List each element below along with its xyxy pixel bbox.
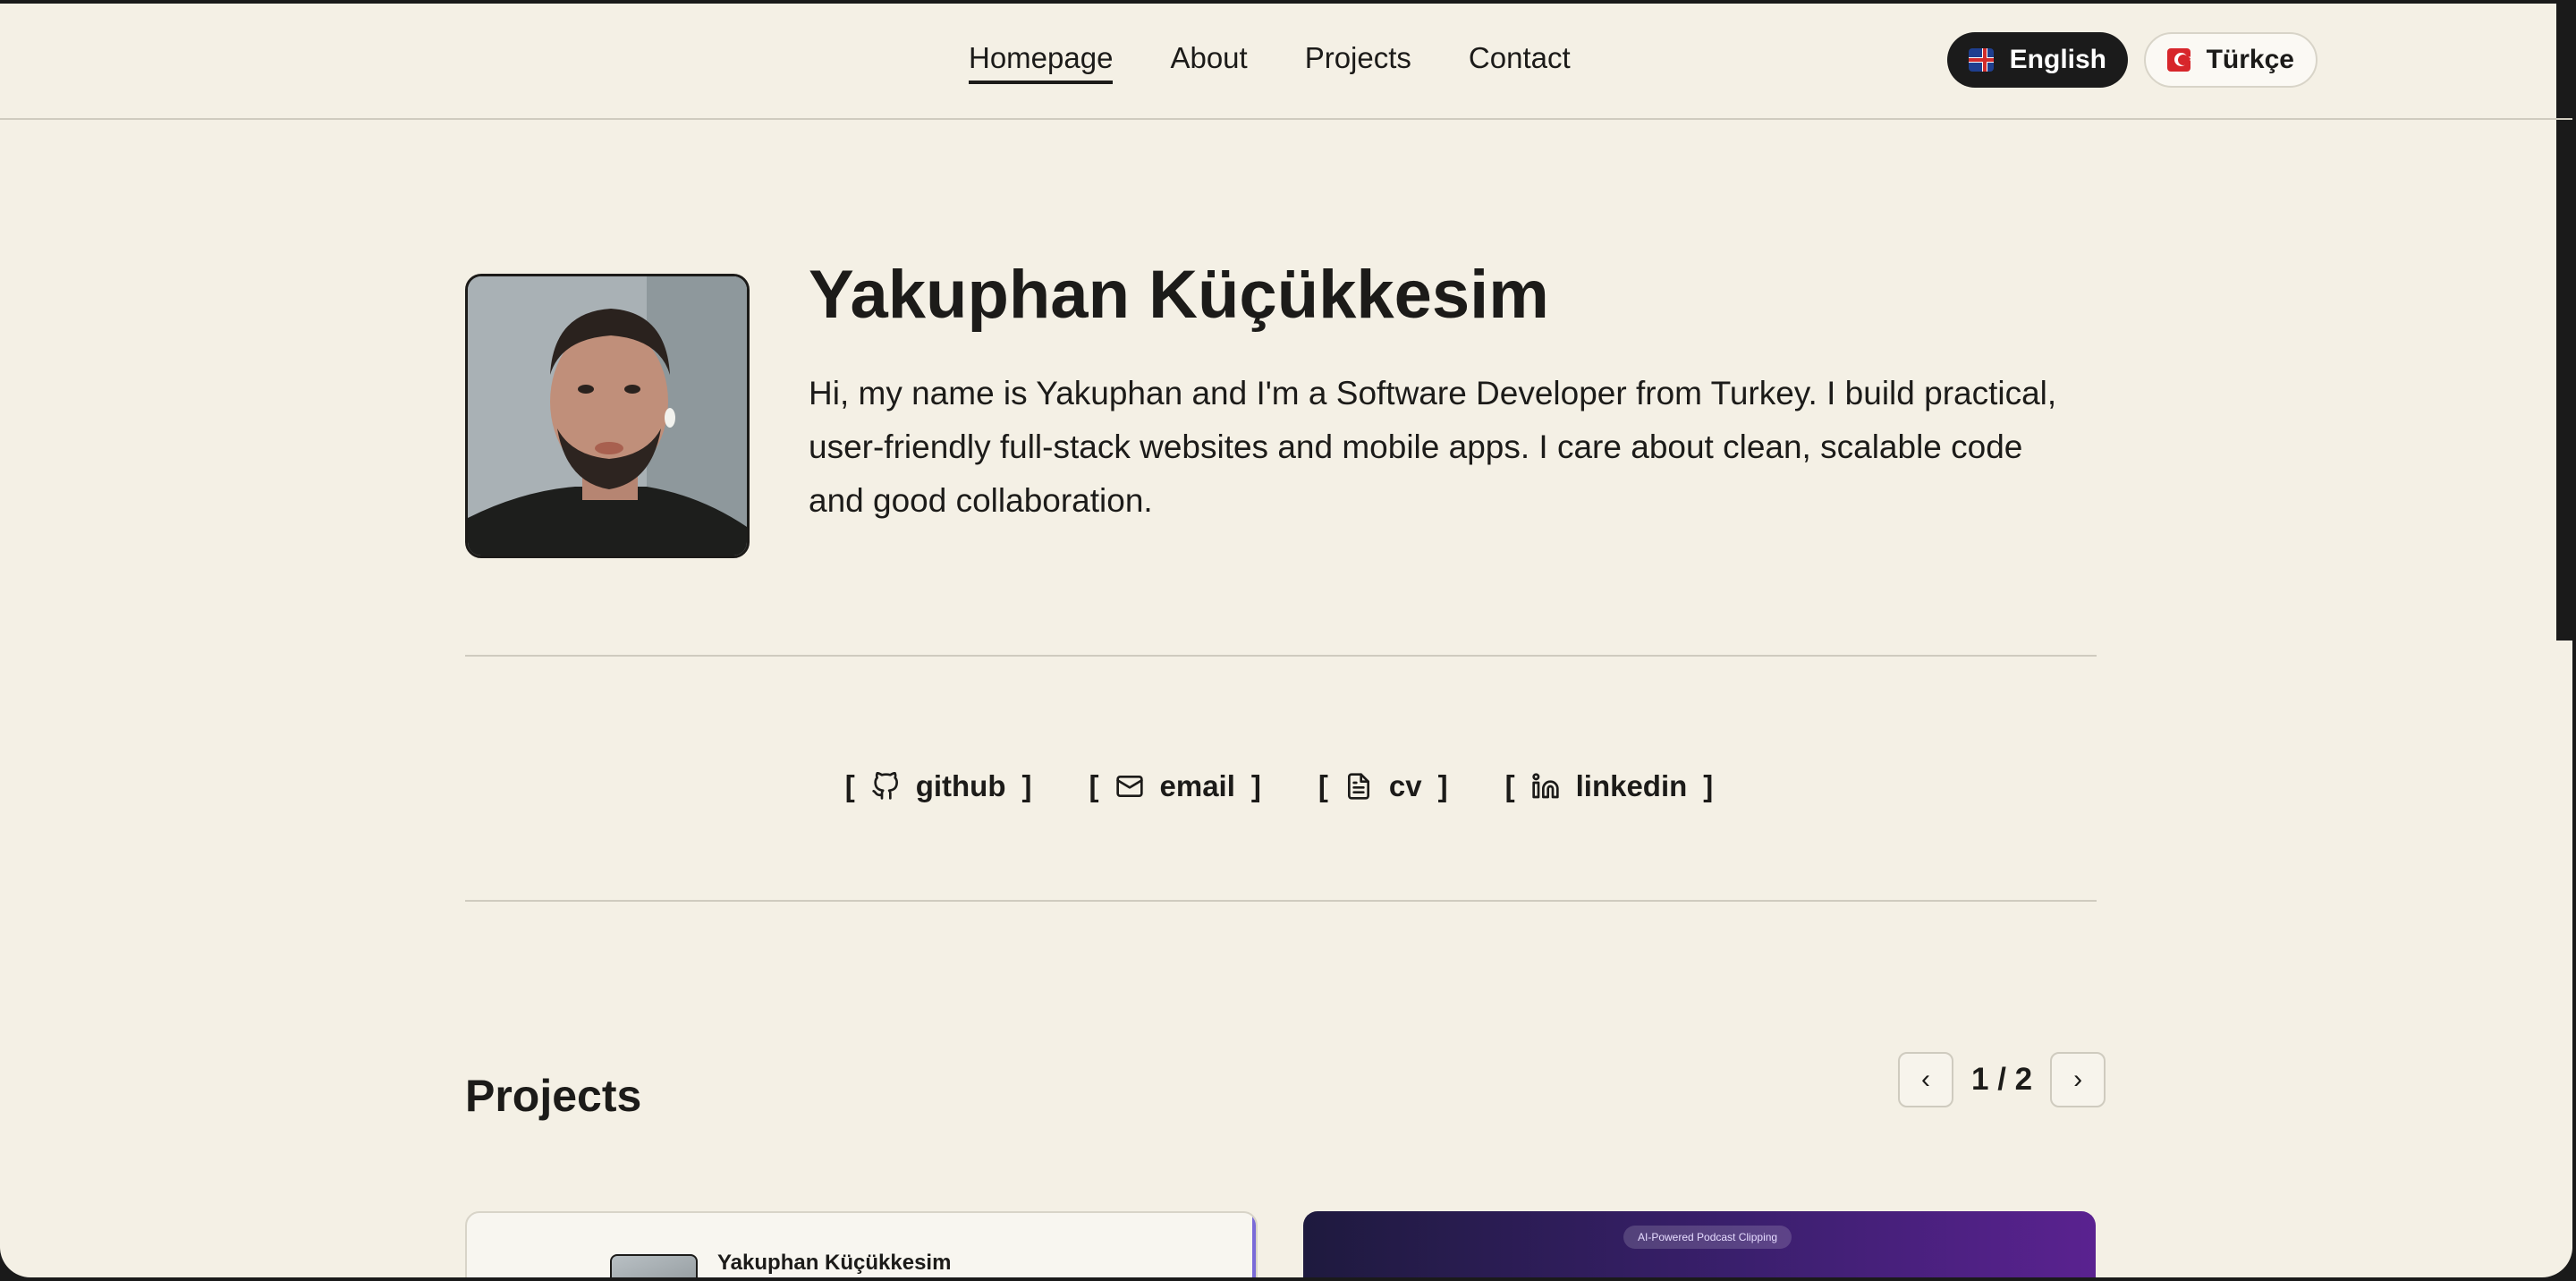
social-label: cv	[1388, 769, 1422, 802]
bracket-open: [	[1089, 769, 1099, 802]
project-preview-name: Yakuphan Küçükkesim	[717, 1251, 952, 1275]
bracket-close: ]	[1021, 769, 1032, 802]
profile-bio: Hi, my name is Yakuphan and I'm a Softwa…	[809, 375, 2057, 519]
project-card[interactable]: Yakuphan Küçükkesim	[465, 1211, 1258, 1277]
social-link-linkedin[interactable]: [ linkedin ]	[1505, 769, 1714, 803]
language-button-turkish[interactable]: ★ Türkçe	[2144, 32, 2318, 88]
bracket-close: ]	[1437, 769, 1448, 802]
project-card[interactable]: AI-Powered Podcast Clipping Turn podcast…	[1303, 1211, 2096, 1277]
language-label: English	[2009, 45, 2106, 74]
project-preview-badge: AI-Powered Podcast Clipping	[1623, 1226, 1792, 1249]
bracket-open: [	[844, 769, 855, 802]
social-label: email	[1159, 769, 1235, 802]
social-label: github	[915, 769, 1006, 802]
nav-link-projects[interactable]: Projects	[1305, 41, 1411, 84]
profile-name: Yakuphan Küçükkesim	[809, 257, 1549, 333]
bracket-open: [	[1504, 769, 1515, 802]
mail-icon	[1115, 776, 1143, 797]
linkedin-icon	[1531, 773, 1559, 799]
social-link-email[interactable]: [ email ]	[1089, 769, 1261, 803]
social-label: linkedin	[1575, 769, 1688, 802]
prev-page-button[interactable]: ‹	[1898, 1052, 1953, 1107]
document-icon	[1347, 773, 1369, 800]
projects-pagination: ‹ 1 / 2 ›	[1898, 1052, 2106, 1107]
next-page-button[interactable]: ›	[2050, 1052, 2106, 1107]
section-divider	[465, 655, 2097, 657]
uk-flag-icon	[1969, 48, 1994, 72]
nav-link-contact[interactable]: Contact	[1469, 41, 1571, 84]
project-preview-avatar	[610, 1254, 698, 1277]
section-divider	[465, 900, 2097, 902]
card-accent	[1252, 1213, 1256, 1277]
bracket-close: ]	[1703, 769, 1714, 802]
nav-links: Homepage About Projects Contact	[969, 41, 1571, 84]
profile-avatar	[465, 274, 750, 558]
social-link-cv[interactable]: [ cv ]	[1318, 769, 1448, 803]
language-switcher: English ★ Türkçe	[1947, 32, 2318, 88]
nav-link-homepage[interactable]: Homepage	[969, 41, 1114, 84]
language-label: Türkçe	[2206, 45, 2294, 74]
profile-photo	[468, 276, 747, 556]
bracket-open: [	[1318, 769, 1328, 802]
github-icon	[872, 772, 898, 800]
turkey-flag-icon: ★	[2167, 48, 2190, 72]
chevron-left-icon: ‹	[1921, 1065, 1930, 1094]
nav-link-about[interactable]: About	[1170, 41, 1247, 84]
social-links: [ github ] [ email ] [ cv ] [linkedin]	[0, 769, 2558, 803]
language-button-english[interactable]: English	[1947, 32, 2128, 88]
browser-page: Homepage About Projects Contact English …	[0, 4, 2572, 1277]
chevron-right-icon: ›	[2073, 1065, 2083, 1094]
project-preview-headline: Turn podcasts into clips	[1498, 1267, 2096, 1277]
page-indicator: 1 / 2	[1971, 1062, 2033, 1097]
social-link-github[interactable]: [ github ]	[845, 769, 1032, 803]
projects-heading: Projects	[465, 1071, 642, 1121]
top-navbar: Homepage About Projects Contact English …	[0, 4, 2572, 120]
bracket-close: ]	[1250, 769, 1261, 802]
